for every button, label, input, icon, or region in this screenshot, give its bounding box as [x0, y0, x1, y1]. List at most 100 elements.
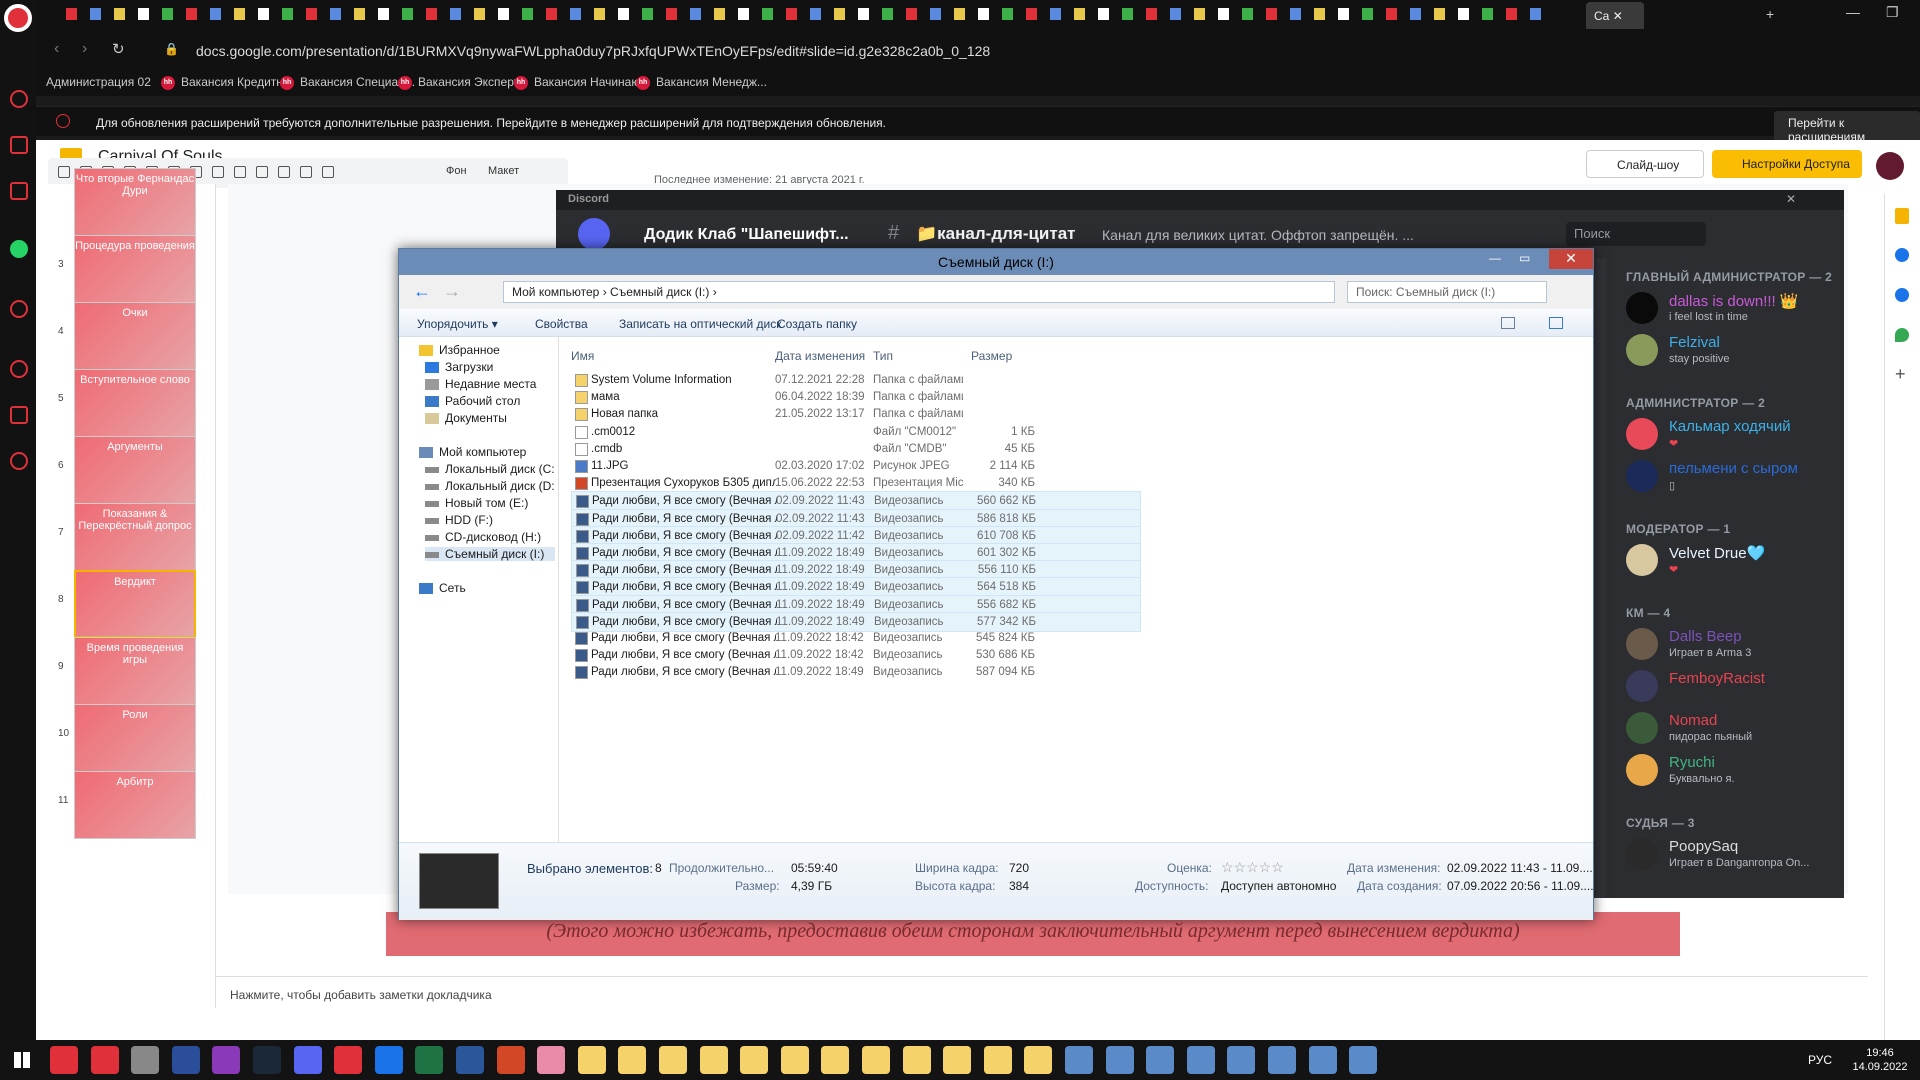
explorer-window-icon[interactable] [1227, 1046, 1256, 1074]
member-item[interactable]: Dalls Beep Играет в Arma 3 [1626, 626, 1836, 666]
tab-favicon-icon[interactable] [1362, 8, 1373, 20]
network-header[interactable]: Сеть [419, 581, 466, 595]
tab-favicon-icon[interactable] [1314, 8, 1325, 20]
windows-start-icon[interactable] [14, 1052, 30, 1068]
maximize-icon[interactable]: ❐ [1886, 4, 1899, 21]
tab-favicon-icon[interactable] [186, 8, 197, 20]
tab-favicon-icon[interactable] [210, 8, 221, 20]
folder-icon[interactable] [577, 1046, 606, 1074]
command-button[interactable]: Свойства [535, 317, 588, 331]
shape-icon[interactable] [256, 166, 268, 178]
tab-favicon-icon[interactable] [546, 8, 557, 20]
app-icon[interactable] [334, 1046, 363, 1074]
member-item[interactable]: FemboyRacist [1626, 668, 1836, 708]
whatsapp-icon[interactable] [10, 240, 28, 258]
history-icon[interactable] [10, 360, 28, 378]
tab-favicon-icon[interactable] [690, 8, 701, 20]
slide-thumbnail[interactable]: Вердикт [74, 570, 196, 638]
tab-favicon-icon[interactable] [642, 8, 653, 20]
opera-logo-icon[interactable] [4, 4, 32, 32]
twitch-icon[interactable] [10, 182, 28, 200]
explorer-search-input[interactable]: Поиск: Съемный диск (I:) [1347, 281, 1547, 303]
breadcrumb-drive[interactable]: Съемный диск (I:) [610, 285, 709, 299]
anime-app-icon[interactable] [537, 1046, 566, 1074]
new-tab-icon[interactable]: + [1766, 6, 1774, 22]
opera-icon[interactable] [50, 1046, 78, 1074]
clock[interactable]: 19:46 14.09.2022 [1840, 1046, 1920, 1074]
tab-favicon-icon[interactable] [930, 8, 941, 20]
explorer-minimize-icon[interactable]: — [1489, 251, 1501, 265]
drive-icon[interactable] [1105, 1046, 1134, 1074]
member-item[interactable]: Nomad пидорас пьяный [1626, 710, 1836, 750]
tab-favicon-icon[interactable] [786, 8, 797, 20]
nav-favorite-item[interactable]: Недавние места [425, 377, 536, 391]
tab-favicon-icon[interactable] [834, 8, 845, 20]
explorer-address-field[interactable]: Мой компьютер › Съемный диск (I:) › [503, 281, 1335, 303]
command-button[interactable]: Создать папку [777, 317, 857, 331]
contacts-icon[interactable] [1895, 288, 1909, 302]
game-icon[interactable] [212, 1046, 241, 1074]
slide-thumbnail[interactable]: Что вторые Фернандас Дури [74, 168, 196, 236]
tab-favicon-icon[interactable] [1026, 8, 1037, 20]
tab-favicon-icon[interactable] [402, 8, 413, 20]
cube-icon[interactable] [10, 406, 28, 424]
folder-icon[interactable] [943, 1046, 972, 1074]
bookmark-item[interactable]: hh Вакансия Кредитн... [161, 75, 293, 90]
image-icon[interactable] [234, 166, 246, 178]
close-tab-icon[interactable]: ✕ [1613, 9, 1623, 23]
tab-favicon-icon[interactable] [450, 8, 461, 20]
server-name[interactable]: Додик Клаб "Шапешифт... [644, 226, 849, 244]
keep-icon[interactable] [1895, 208, 1909, 224]
excel-icon[interactable] [415, 1046, 444, 1074]
forward-arrow-icon[interactable]: → [443, 281, 461, 302]
nav-favorite-item[interactable]: Рабочий стол [425, 394, 520, 408]
discord-search-input[interactable]: Поиск [1566, 222, 1706, 246]
tab-favicon-icon[interactable] [1098, 8, 1109, 20]
preview-pane-icon[interactable] [1549, 317, 1563, 329]
folder-icon[interactable] [902, 1046, 931, 1074]
command-button[interactable]: Упорядочить ▾ [417, 317, 498, 331]
tasks-icon[interactable] [1895, 248, 1909, 262]
breadcrumb-pc[interactable]: Мой компьютер [512, 285, 599, 299]
nav-drive-item[interactable]: Локальный диск (C: [425, 462, 555, 476]
add-icon[interactable] [58, 166, 70, 178]
tab-favicon-icon[interactable] [1218, 8, 1229, 20]
explorer-window-icon[interactable] [1186, 1046, 1215, 1074]
folder-icon[interactable] [821, 1046, 850, 1074]
tab-favicon-icon[interactable] [138, 8, 149, 20]
tab-favicon-icon[interactable] [330, 8, 341, 20]
tab-favicon-icon[interactable] [474, 8, 485, 20]
command-button[interactable]: Записать на оптический диск [619, 317, 782, 331]
tab-favicon-icon[interactable] [810, 8, 821, 20]
tab-favicon-icon[interactable] [1122, 8, 1133, 20]
slide-thumbnail[interactable]: Показания & Перекрёстный допрос [74, 503, 196, 571]
reload-icon[interactable]: ↻ [112, 40, 125, 58]
discord-close-icon[interactable]: ✕ [1786, 192, 1796, 206]
slide-thumbnail[interactable]: Процедура проведения [74, 235, 196, 303]
member-item[interactable]: Кальмар ходячий ❤ [1626, 416, 1836, 456]
tab-favicon-icon[interactable] [282, 8, 293, 20]
powerpoint-icon[interactable] [496, 1046, 525, 1074]
explorer-close-button[interactable]: ✕ [1549, 249, 1593, 269]
explorer-window-icon[interactable] [1268, 1046, 1296, 1074]
opera-gx-icon[interactable] [90, 1046, 119, 1074]
tab-favicon-icon[interactable] [882, 8, 893, 20]
folder-icon[interactable] [780, 1046, 809, 1074]
steam-icon[interactable] [253, 1046, 281, 1074]
nav-drive-item[interactable]: CD-дисковод (H:) [425, 530, 541, 544]
tab-favicon-icon[interactable] [426, 8, 437, 20]
slide-thumbnail[interactable]: Вступительное слово [74, 369, 196, 437]
discord-icon[interactable] [293, 1046, 322, 1074]
tab-favicon-icon[interactable] [954, 8, 965, 20]
tab-favicon-icon[interactable] [522, 8, 533, 20]
folder-icon[interactable] [618, 1046, 647, 1074]
tab-favicon-icon[interactable] [906, 8, 917, 20]
tab-favicon-icon[interactable] [1386, 8, 1397, 20]
background-button[interactable]: Фон [446, 165, 467, 177]
file-row[interactable]: Ради любви, Я все смогу (Вечная любо...1… [571, 663, 1141, 683]
bookmark-item[interactable]: hh Вакансия Специал... [280, 75, 415, 90]
explorer-window-icon[interactable] [1146, 1046, 1175, 1074]
tab-favicon-icon[interactable] [1002, 8, 1013, 20]
folder-icon[interactable] [983, 1046, 1012, 1074]
tab-favicon-icon[interactable] [1290, 8, 1301, 20]
